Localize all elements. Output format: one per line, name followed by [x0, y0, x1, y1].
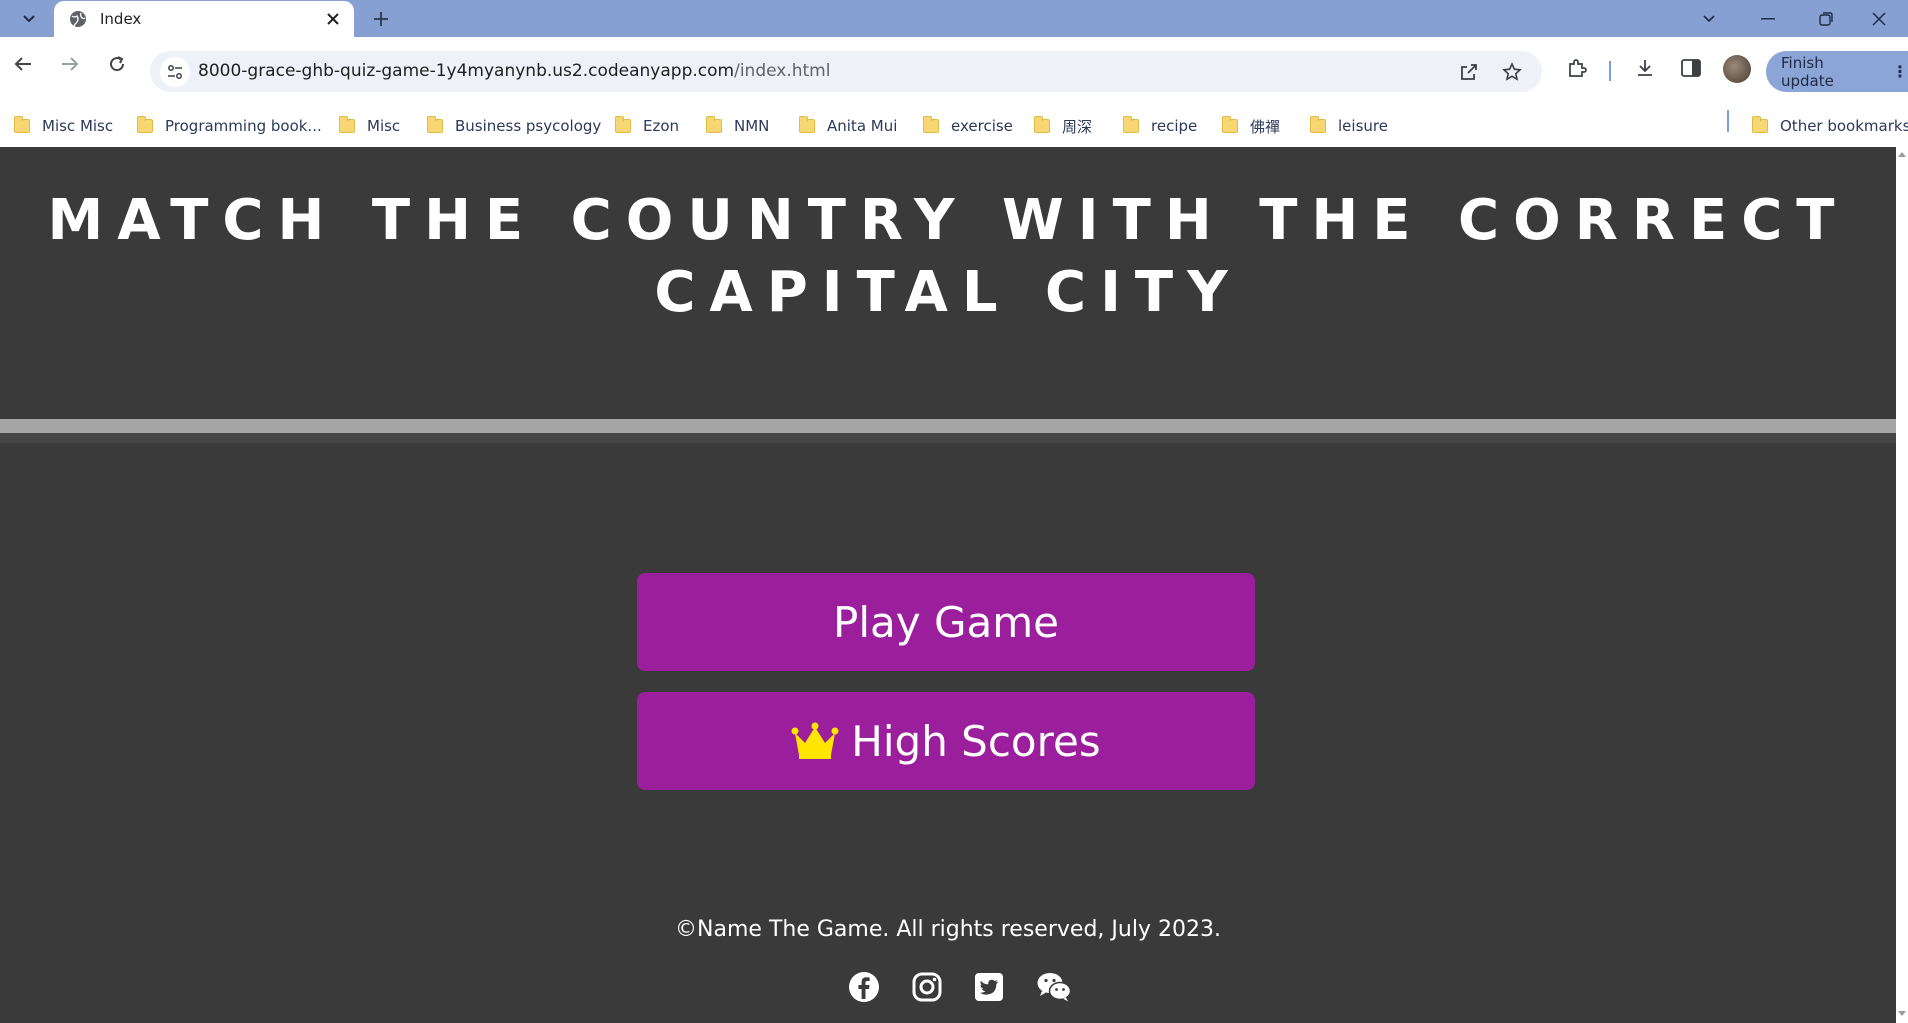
folder-icon	[799, 116, 815, 133]
scroll-up-arrow-icon[interactable]	[1898, 152, 1906, 157]
profile-avatar[interactable]	[1723, 55, 1751, 83]
footer-copyright: ©Name The Game. All rights reserved, Jul…	[675, 917, 1221, 942]
folder-icon	[14, 116, 30, 133]
toolbar-separator	[1609, 61, 1611, 81]
high-scores-button[interactable]: High Scores	[637, 692, 1255, 790]
bookmark-folder[interactable]: Programming book...	[137, 114, 322, 138]
folder-icon	[1310, 116, 1326, 133]
bookmark-folder[interactable]: NMN	[706, 114, 769, 138]
bookmark-folder[interactable]: leisure	[1310, 114, 1388, 138]
bookmark-label: Anita Mui	[827, 117, 898, 135]
bookmark-label: Business psycology	[455, 117, 602, 135]
bookmark-folder[interactable]: exercise	[923, 114, 1013, 138]
bookmark-star-icon[interactable]	[1499, 59, 1525, 85]
url-host: 8000-grace-ghb-quiz-game-1y4myanynb.us2.…	[198, 61, 735, 81]
folder-icon	[1123, 116, 1139, 133]
bookmark-label: NMN	[734, 117, 770, 135]
bookmark-label: 佛禪	[1250, 117, 1281, 136]
folder-icon	[137, 116, 153, 133]
tab-index[interactable]: Index	[54, 1, 354, 37]
site-info-icon[interactable]	[160, 57, 190, 87]
close-tab-icon[interactable]	[320, 6, 346, 32]
bookmark-folder[interactable]: Anita Mui	[799, 114, 897, 138]
download-icon[interactable]	[1629, 52, 1661, 84]
page-scrollbar[interactable]	[1896, 147, 1908, 1023]
restore-icon[interactable]	[1797, 0, 1855, 37]
globe-icon	[68, 9, 88, 29]
new-tab-icon[interactable]	[366, 4, 396, 34]
tab-search-chevron-icon[interactable]	[14, 6, 44, 32]
bookmarks-separator	[1727, 110, 1729, 132]
play-game-label: Play Game	[833, 597, 1059, 647]
forward-icon[interactable]	[55, 49, 85, 79]
bookmark-folder[interactable]: recipe	[1123, 114, 1197, 138]
reload-icon[interactable]	[102, 49, 132, 79]
other-bookmarks-label: Other bookmarks	[1780, 117, 1908, 135]
bookmark-label: Misc	[367, 117, 401, 135]
bookmark-label: exercise	[951, 117, 1013, 135]
finish-update-button[interactable]: Finish update ⋮	[1766, 51, 1908, 92]
extensions-icon[interactable]	[1561, 52, 1593, 84]
header-divider	[0, 419, 1896, 433]
bookmark-label: Ezon	[643, 117, 680, 135]
address-bar[interactable]: 8000-grace-ghb-quiz-game-1y4myanynb.us2.…	[150, 51, 1542, 92]
bookmark-folder[interactable]: Misc	[339, 114, 400, 138]
folder-icon	[427, 116, 443, 133]
bookmark-label: 周深	[1062, 117, 1093, 136]
minimize-icon[interactable]	[1739, 0, 1797, 37]
browser-toolbar: 8000-grace-ghb-quiz-game-1y4myanynb.us2.…	[0, 37, 1908, 111]
bookmark-label: recipe	[1151, 117, 1198, 135]
url-text[interactable]: 8000-grace-ghb-quiz-game-1y4myanynb.us2.…	[198, 61, 830, 81]
header-divider-shadow	[0, 433, 1896, 443]
play-game-button[interactable]: Play Game	[637, 573, 1255, 671]
bookmarks-bar: Misc Misc Programming book... Misc Busin…	[0, 105, 1908, 147]
folder-icon	[339, 116, 355, 133]
tab-title: Index	[100, 10, 142, 28]
side-panel-icon[interactable]	[1675, 52, 1707, 84]
folder-icon	[923, 116, 939, 133]
back-icon[interactable]	[8, 49, 38, 79]
tab-list-chevron-icon[interactable]	[1680, 0, 1738, 37]
bookmark-folder[interactable]: Misc Misc	[14, 114, 113, 138]
bookmark-label: Programming book...	[165, 117, 322, 135]
bookmark-label: Misc Misc	[42, 117, 114, 135]
folder-icon	[1752, 116, 1768, 133]
close-window-icon[interactable]	[1850, 0, 1908, 37]
bookmark-label: leisure	[1338, 117, 1388, 135]
wechat-icon[interactable]	[1036, 969, 1072, 1005]
bookmark-folder[interactable]: Ezon	[615, 114, 679, 138]
url-path: /index.html	[734, 61, 831, 81]
folder-icon	[1222, 116, 1238, 133]
bookmark-folder[interactable]: Business psycology	[427, 114, 601, 138]
facebook-icon[interactable]	[846, 969, 882, 1005]
crown-icon	[791, 722, 839, 759]
instagram-icon[interactable]	[909, 969, 945, 1005]
twitter-icon[interactable]	[971, 969, 1007, 1005]
scroll-down-arrow-icon[interactable]	[1898, 1011, 1906, 1016]
folder-icon	[706, 116, 722, 133]
high-scores-label: High Scores	[851, 716, 1101, 766]
bookmark-folder[interactable]: 周深	[1034, 114, 1092, 138]
tab-strip: Index	[0, 0, 1908, 37]
more-menu-icon[interactable]: ⋮	[1892, 62, 1908, 81]
folder-icon	[615, 116, 631, 133]
folder-icon	[1034, 116, 1050, 133]
page-content: MATCH THE COUNTRY WITH THE CORRECT CAPIT…	[0, 147, 1896, 1023]
share-icon[interactable]	[1456, 59, 1482, 85]
finish-update-label: Finish update	[1781, 53, 1834, 90]
bookmark-folder[interactable]: 佛禪	[1222, 114, 1280, 138]
page-title: MATCH THE COUNTRY WITH THE CORRECT CAPIT…	[47, 188, 1849, 325]
other-bookmarks[interactable]: Other bookmarks	[1752, 114, 1908, 138]
